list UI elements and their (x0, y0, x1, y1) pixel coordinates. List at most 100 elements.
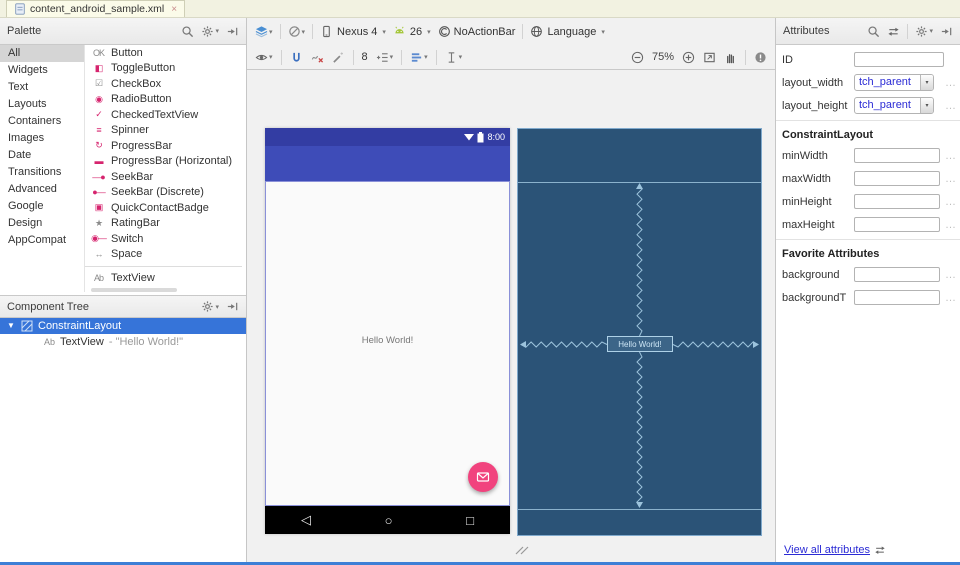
autoconnect-magnet-icon[interactable] (290, 51, 303, 64)
attribute-input[interactable] (854, 267, 940, 282)
device-selector[interactable]: Nexus 4▾ (320, 25, 386, 38)
tab-content-android-sample[interactable]: content_android_sample.xml × (6, 0, 185, 17)
android-icon (393, 25, 406, 38)
palette-item[interactable]: ◉— Switch (85, 231, 246, 247)
palette-category[interactable]: Design (0, 215, 84, 232)
palette-item[interactable]: Ab TextView (85, 270, 246, 286)
palette-item[interactable]: ▬ ProgressBar (Horizontal) (85, 154, 246, 170)
zoom-out-icon[interactable] (631, 51, 644, 64)
palette-item-icon: ☑ (91, 78, 106, 89)
palette-item[interactable]: ☑ CheckBox (85, 76, 246, 92)
language-selector[interactable]: Language▾ (530, 25, 604, 38)
blueprint-view[interactable]: Hello World! (517, 128, 762, 536)
more-button[interactable]: … (945, 219, 956, 231)
design-surface-selector[interactable]: ▾ (255, 25, 273, 38)
pan-hand-icon[interactable] (724, 51, 737, 64)
id-input[interactable] (854, 52, 944, 67)
palette-item[interactable]: ◧ ToggleButton (85, 61, 246, 77)
design-editor: ▾ ▾ Nexus 4▾ 26▾ NoActionBar Language▾ ▾… (247, 18, 775, 565)
view-options-button[interactable]: ▾ (255, 51, 273, 64)
search-icon[interactable] (867, 25, 880, 38)
palette-item[interactable]: ●— SeekBar (Discrete) (85, 185, 246, 201)
minimize-panel-icon[interactable] (940, 25, 953, 38)
palette-item[interactable]: ★ RatingBar (85, 216, 246, 232)
palette-category[interactable]: Date (0, 147, 84, 164)
swap-arrows-icon[interactable] (887, 25, 900, 38)
combo-arrow-button[interactable]: ▾ (920, 75, 933, 90)
palette-category[interactable]: Google (0, 198, 84, 215)
palette-item[interactable]: ◉ RadioButton (85, 92, 246, 108)
palette-item[interactable]: OK Button (85, 45, 246, 61)
attributes-settings[interactable]: ▾ (915, 25, 933, 38)
theme-selector[interactable]: NoActionBar (438, 25, 516, 38)
palette-category[interactable]: Images (0, 130, 84, 147)
more-button[interactable]: … (945, 77, 956, 89)
design-canvas[interactable]: 8:00 Hello World! ◁ ○ □ (247, 70, 775, 565)
palette-category[interactable]: Advanced (0, 181, 84, 198)
palette-category[interactable]: AppCompat (0, 232, 84, 249)
toolbar-separator (353, 50, 354, 65)
palette-item[interactable]: ↻ ProgressBar (85, 138, 246, 154)
nav-recents-icon[interactable]: □ (466, 513, 474, 528)
more-button[interactable]: … (945, 150, 956, 162)
tree-row-constraintlayout[interactable]: ▼ ConstraintLayout (0, 318, 246, 334)
more-button[interactable]: … (945, 292, 956, 304)
component-tree-settings[interactable]: ▾ (201, 300, 219, 313)
minimize-panel-icon[interactable] (226, 25, 239, 38)
pack-margin-button[interactable]: ▾ (376, 51, 394, 64)
layout-width-combo[interactable]: tch_parent ▾ (854, 74, 934, 91)
more-button[interactable]: … (945, 100, 956, 112)
design-preview[interactable]: 8:00 Hello World! ◁ ○ □ (265, 128, 510, 534)
zoom-to-fit-icon[interactable] (703, 51, 716, 64)
zoom-in-icon[interactable] (682, 51, 695, 64)
palette-scrollbar[interactable] (91, 288, 177, 292)
default-margin-value[interactable]: 8 (362, 51, 368, 63)
attribute-input[interactable] (854, 171, 940, 186)
palette-item[interactable]: —● SeekBar (85, 169, 246, 185)
warnings-errors-icon[interactable] (754, 51, 767, 64)
orientation-selector[interactable]: ▾ (288, 25, 306, 38)
more-button[interactable]: … (945, 196, 956, 208)
minimize-panel-icon[interactable] (226, 300, 239, 313)
palette-category[interactable]: All (0, 45, 84, 62)
chevron-down-icon: ▾ (427, 28, 431, 36)
nav-back-icon[interactable]: ◁ (301, 512, 311, 528)
content-area[interactable]: Hello World! (265, 181, 510, 506)
combo-arrow-button[interactable]: ▾ (920, 98, 933, 113)
blueprint-hello-world-box[interactable]: Hello World! (607, 336, 673, 352)
palette-item[interactable]: ↔ Space (85, 247, 246, 263)
clear-constraints-icon[interactable] (311, 51, 324, 64)
guidelines-button[interactable]: ▾ (445, 51, 463, 64)
palette-category[interactable]: Containers (0, 113, 84, 130)
api-selector[interactable]: 26▾ (393, 25, 431, 38)
constraintlayout-icon (21, 320, 33, 332)
palette-category[interactable]: Transitions (0, 164, 84, 181)
palette-item[interactable]: ✓ CheckedTextView (85, 107, 246, 123)
layout-height-combo[interactable]: tch_parent ▾ (854, 97, 934, 114)
attribute-input[interactable] (854, 290, 940, 305)
palette-category[interactable]: Layouts (0, 96, 84, 113)
palette-body: All Widgets Text Layouts Containers Imag… (0, 45, 246, 292)
hello-world-text[interactable]: Hello World! (266, 335, 509, 346)
tab-close-icon[interactable]: × (171, 4, 177, 15)
palette-item[interactable]: ≡ Spinner (85, 123, 246, 139)
tree-row-textview[interactable]: Ab TextView - "Hello World!" (0, 334, 246, 350)
palette-category[interactable]: Text (0, 79, 84, 96)
attribute-input[interactable] (854, 148, 940, 163)
palette-item[interactable]: ▣ QuickContactBadge (85, 200, 246, 216)
search-icon[interactable] (181, 25, 194, 38)
attribute-input[interactable] (854, 194, 940, 209)
palette-category[interactable]: Widgets (0, 62, 84, 79)
fab-button[interactable] (468, 462, 498, 492)
view-all-attributes-link[interactable]: View all attributes (784, 544, 870, 556)
more-button[interactable]: … (945, 173, 956, 185)
attribute-input[interactable] (854, 217, 940, 232)
palette-settings[interactable]: ▾ (201, 25, 219, 38)
more-button[interactable]: … (945, 269, 956, 281)
nav-home-icon[interactable]: ○ (385, 513, 393, 528)
align-button[interactable]: ▾ (410, 51, 428, 64)
expander-icon[interactable]: ▼ (7, 322, 16, 330)
palette-item-label: Space (111, 248, 142, 260)
infer-constraints-wand-icon[interactable] (332, 51, 345, 64)
resize-handle-icon[interactable] (515, 541, 529, 555)
